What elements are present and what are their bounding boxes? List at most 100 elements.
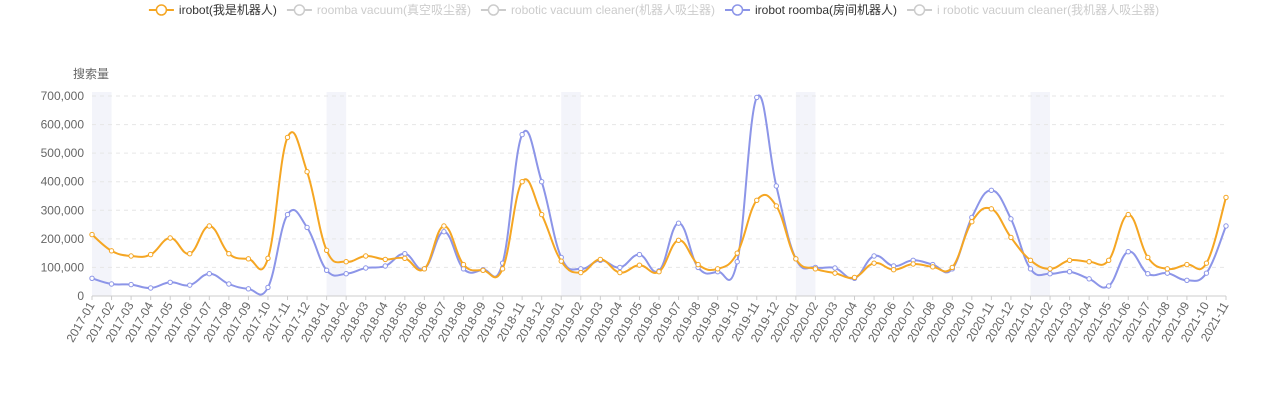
data-point [910,261,916,267]
data-point [108,281,115,287]
data-point [363,265,369,271]
data-point [323,247,330,253]
data-point [675,237,682,243]
data-point [656,269,662,275]
data-point [969,219,975,225]
data-point [754,197,760,203]
data-point [265,284,271,291]
data-point [343,271,349,277]
data-point [793,256,799,262]
data-point [773,203,780,209]
data-point [284,134,291,141]
series-line [91,94,1227,296]
data-point [421,266,428,272]
data-point [1223,194,1229,201]
data-point [245,256,252,262]
data-point [1066,269,1073,275]
legend-item[interactable]: i robotic vacuum cleaner(我机器人吸尘器) [907,3,1159,17]
data-point [538,211,545,218]
data-point [382,263,388,269]
data-point [304,224,310,231]
data-point [832,265,838,271]
data-point [226,281,232,287]
y-tick-label: 200,000 [41,232,85,246]
data-point [1164,270,1171,276]
shaded-band [1030,92,1051,296]
data-point [1047,271,1053,277]
y-axis-title: 搜索量 [73,66,109,81]
data-point [988,187,995,193]
data-point [1105,283,1112,289]
data-point [1203,260,1210,266]
legend-item[interactable]: roomba vacuum(真空吸尘器) [286,3,471,17]
y-tick-label: 500,000 [41,146,85,160]
data-point [1164,266,1171,272]
data-point [1027,257,1034,263]
data-point [636,262,643,268]
data-point [1008,216,1014,222]
data-point [519,131,525,138]
data-point [773,183,780,189]
data-point [1125,249,1131,255]
legend-label: i robotic vacuum cleaner(我机器人吸尘器) [937,3,1159,17]
data-point [832,270,838,276]
legend-circle-icon [731,4,744,16]
data-point [734,259,740,265]
shaded-band [92,92,112,296]
data-point [812,266,819,272]
data-point [265,255,271,261]
y-axis: 0 100,000 200,000 300,000 400,000 500,000 600,… [41,89,85,303]
data-point [1105,257,1112,263]
data-point [89,231,95,238]
series-irobot [89,131,1229,281]
data-point [754,94,760,101]
data-point [187,251,193,257]
data-point [890,267,897,273]
data-point [245,286,252,292]
legend-item[interactable]: irobot roomba(房间机器人) [725,2,897,17]
y-tick-label: 100,000 [41,260,85,274]
data-point [636,251,643,258]
data-point [206,271,213,277]
data-point [460,261,467,268]
data-point [147,251,154,258]
data-point [147,285,154,291]
data-point [206,223,213,229]
grid-lines [92,95,1226,268]
data-point [1125,211,1131,218]
y-tick-label: 300,000 [41,203,85,217]
data-point [1066,257,1073,263]
data-point [871,253,877,259]
data-point [480,267,486,273]
data-point [519,179,525,185]
data-point [558,258,564,264]
data-point [128,253,134,259]
data-point [323,267,330,273]
data-point [343,259,349,265]
series-irobot-roomba [89,94,1229,296]
data-point [499,266,506,272]
legend-item[interactable]: irobot(我是机器人) [148,3,277,17]
data-point [538,179,545,185]
data-point [851,274,858,281]
y-tick-label: 400,000 [41,175,85,189]
data-point [226,251,232,257]
data-point [1223,223,1229,229]
data-point [402,251,408,257]
data-point [108,248,115,254]
data-point [1086,259,1092,265]
data-point [304,169,310,175]
data-point [441,229,447,235]
data-point [1203,270,1210,276]
data-point [1145,271,1151,277]
legend-circle-icon [155,4,168,16]
data-point [714,266,721,272]
data-point [617,269,623,276]
legend-label: irobot(我是机器人) [179,3,277,17]
data-point [1184,277,1190,283]
data-point [675,220,682,226]
data-point [402,255,408,261]
data-point [128,281,134,288]
data-point [949,264,955,271]
legend-item[interactable]: robotic vacuum cleaner(机器人吸尘器) [480,3,715,17]
